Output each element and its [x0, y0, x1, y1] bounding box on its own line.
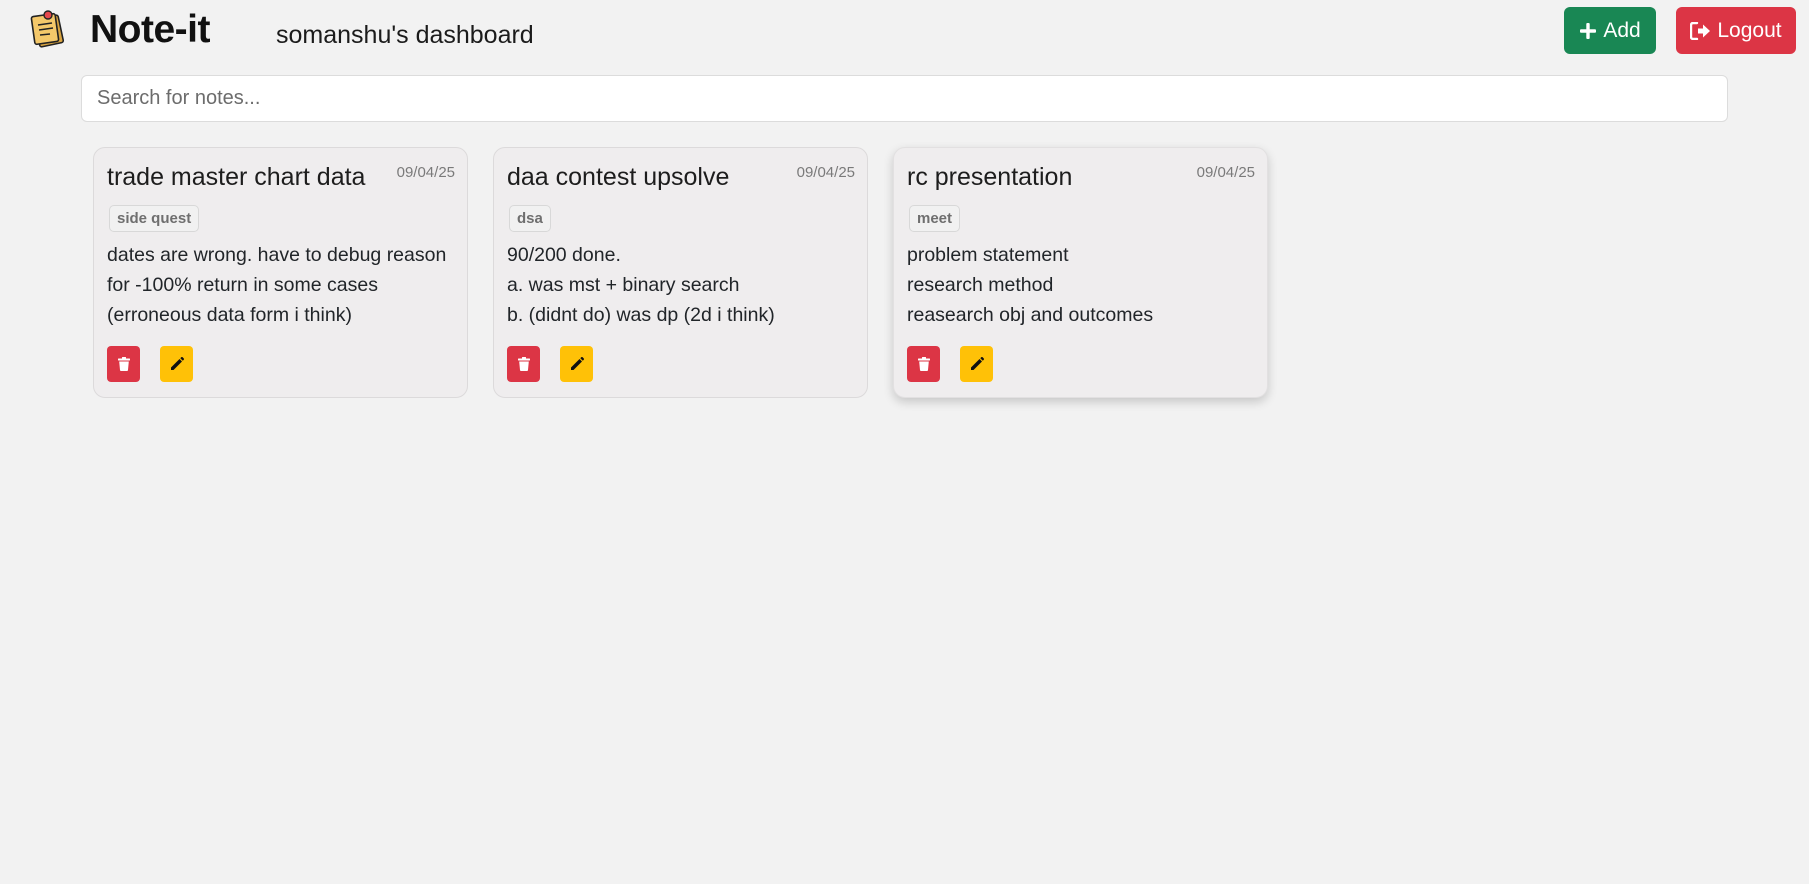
note-card: rc presentation 09/04/25 meet problem st… [893, 147, 1268, 398]
note-title: daa contest upsolve [507, 163, 730, 191]
note-body: 90/200 done. a. was mst + binary search … [507, 240, 857, 330]
note-line: 90/200 done. [507, 244, 621, 266]
delete-note-button[interactable] [907, 346, 940, 382]
search-input[interactable] [81, 75, 1728, 122]
note-card: daa contest upsolve 09/04/25 dsa 90/200 … [493, 147, 868, 398]
note-line: for -100% return in some cases [107, 274, 378, 296]
sticky-note-pin-icon [30, 10, 65, 48]
note-date: 09/04/25 [1196, 164, 1255, 181]
note-tag: dsa [509, 205, 551, 232]
search-bar [81, 75, 1728, 122]
dashboard-title: somanshu's dashboard [276, 21, 534, 49]
logout-button[interactable]: Logout [1676, 7, 1796, 54]
note-line: research method [907, 274, 1054, 296]
note-line: a. was mst + binary search [507, 274, 740, 296]
note-line: reasearch obj and outcomes [907, 304, 1154, 326]
pencil-icon [970, 357, 984, 370]
add-button-label: Add [1603, 18, 1641, 42]
logout-button-label: Logout [1717, 18, 1782, 42]
note-title: rc presentation [907, 163, 1073, 191]
top-navbar: Note-it somanshu's dashboard Add Logout [0, 0, 1809, 64]
add-note-button[interactable]: Add [1564, 7, 1656, 54]
note-date: 09/04/25 [796, 164, 855, 181]
app-title: Note-it [90, 8, 210, 51]
plus-icon [1580, 22, 1597, 39]
note-title: trade master chart data [107, 163, 366, 191]
note-body: problem statement research method reasea… [907, 240, 1257, 330]
edit-note-button[interactable] [960, 346, 993, 382]
sign-out-icon [1690, 21, 1711, 40]
trash-icon [117, 357, 130, 371]
note-line: dates are wrong. have to debug reason [107, 244, 447, 266]
delete-note-button[interactable] [107, 346, 140, 382]
note-date: 09/04/25 [396, 164, 455, 181]
note-tag: meet [909, 205, 961, 232]
note-body: dates are wrong. have to debug reason fo… [107, 240, 457, 330]
note-tag: side quest [109, 205, 200, 232]
trash-icon [517, 357, 530, 371]
pencil-icon [570, 357, 584, 370]
edit-note-button[interactable] [160, 346, 193, 382]
trash-icon [917, 357, 930, 371]
note-card: trade master chart data 09/04/25 side qu… [93, 147, 468, 398]
note-line: b. (didnt do) was dp (2d i think) [507, 304, 775, 326]
pencil-icon [170, 357, 184, 370]
note-line: (erroneous data form i think) [107, 304, 352, 326]
edit-note-button[interactable] [560, 346, 593, 382]
delete-note-button[interactable] [507, 346, 540, 382]
note-line: problem statement [907, 244, 1069, 266]
